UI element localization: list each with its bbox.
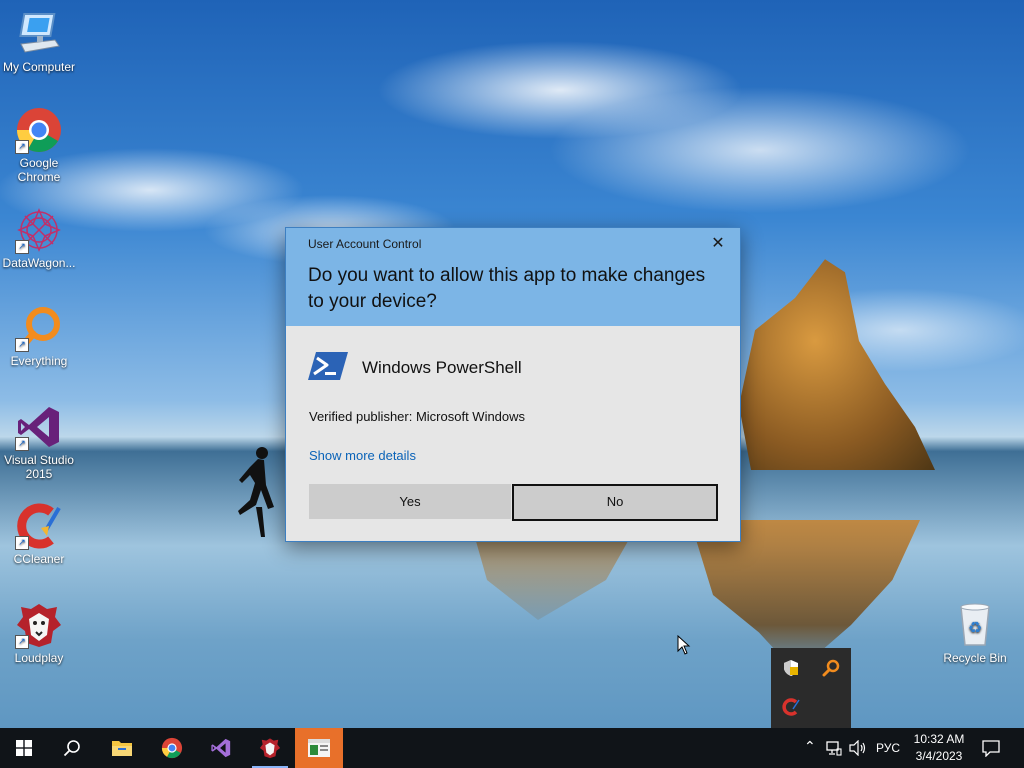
ccleaner-icon: ↗ — [15, 502, 63, 550]
desktop-icon-label: DataWagon... — [2, 256, 76, 270]
taskbar-uac-window[interactable] — [295, 728, 343, 768]
desktop-icon-label: CCleaner — [13, 552, 65, 566]
powershell-icon — [308, 352, 348, 380]
everything-search-icon: ↗ — [15, 304, 63, 352]
wallpaper-rock — [739, 259, 935, 470]
chrome-icon: ↗ — [15, 106, 63, 154]
verified-publisher: Verified publisher: Microsoft Windows — [309, 409, 526, 424]
windows-start-icon — [16, 740, 32, 756]
desktop-icon-label: My Computer — [2, 60, 76, 74]
desktop-icon-datawagon[interactable]: ↗ DataWagon... — [1, 206, 77, 270]
search-icon — [63, 740, 80, 757]
desktop-icon-my-computer[interactable]: My Computer — [1, 10, 77, 74]
shortcut-arrow-icon: ↗ — [15, 140, 29, 154]
action-center-notification-icon[interactable] — [982, 739, 1000, 757]
shortcut-arrow-icon: ↗ — [15, 338, 29, 352]
desktop-icon-label: Google Chrome — [17, 156, 61, 184]
computer-icon — [15, 10, 63, 58]
desktop-icon-google-chrome[interactable]: ↗ Google Chrome — [1, 106, 77, 184]
desktop-icon-everything[interactable]: ↗ Everything — [1, 304, 77, 368]
show-hidden-icons-chevron-up-icon[interactable]: ⌃ — [804, 738, 816, 755]
desktop-icon-ccleaner[interactable]: ↗ CCleaner — [1, 502, 77, 566]
yes-button[interactable]: Yes — [309, 484, 511, 519]
no-button[interactable]: No — [512, 484, 718, 521]
file-explorer-icon — [112, 741, 132, 756]
visual-studio-icon: ↗ — [15, 403, 63, 451]
shortcut-arrow-icon: ↗ — [15, 240, 29, 254]
loudplay-icon — [259, 738, 281, 759]
uac-question: Do you want to allow this app to make ch… — [308, 265, 706, 312]
clock-time: 10:32 AM — [913, 732, 965, 746]
desktop-icon-recycle-bin[interactable]: ♻ Recycle Bin — [937, 601, 1013, 665]
mouse-cursor-icon — [677, 635, 691, 655]
volume-icon[interactable] — [849, 740, 867, 756]
recycle-bin-icon: ♻ — [951, 601, 999, 649]
taskbar-file-explorer[interactable] — [98, 728, 146, 768]
taskbar-search-button[interactable] — [48, 728, 96, 768]
taskbar-clock[interactable]: 10:32 AM 3/4/2023 — [906, 731, 972, 767]
desktop-icon-visual-studio[interactable]: ↗ Visual Studio 2015 — [1, 403, 77, 481]
visual-studio-icon — [211, 738, 231, 758]
close-button[interactable]: ✕ — [708, 234, 728, 254]
input-language-indicator[interactable]: РУС — [876, 741, 900, 755]
close-icon: ✕ — [711, 235, 725, 252]
desktop: My Computer ↗ Google Chrome ↗ DataWagon.… — [0, 0, 1024, 728]
svg-text:♻: ♻ — [968, 618, 982, 637]
security-shield-icon[interactable] — [782, 659, 800, 677]
uac-dialog-title: User Account Control — [308, 237, 422, 251]
shortcut-arrow-icon: ↗ — [15, 635, 29, 649]
uac-window-icon — [308, 739, 330, 757]
datawagon-icon: ↗ — [15, 206, 63, 254]
taskbar: ⌃ РУС 10:32 AM 3/4/2023 — [0, 728, 1024, 768]
network-icon[interactable] — [826, 740, 842, 756]
show-more-details-link[interactable]: Show more details — [309, 448, 416, 463]
desktop-icon-label: Everything — [10, 354, 68, 368]
desktop-icon-loudplay[interactable]: ↗ Loudplay — [1, 601, 77, 665]
everything-tray-icon[interactable] — [822, 659, 840, 677]
taskbar-visual-studio[interactable] — [197, 728, 245, 768]
loudplay-lion-icon: ↗ — [15, 601, 63, 649]
start-button[interactable] — [0, 728, 48, 768]
clock-date: 3/4/2023 — [915, 749, 963, 763]
desktop-icon-label: Recycle Bin — [943, 651, 1007, 665]
uac-header: User Account Control ✕ Do you want to al… — [286, 228, 740, 326]
shortcut-arrow-icon: ↗ — [15, 536, 29, 550]
uac-dialog: User Account Control ✕ Do you want to al… — [285, 227, 741, 542]
shortcut-arrow-icon: ↗ — [15, 437, 29, 451]
chrome-icon — [161, 737, 183, 759]
desktop-icon-label: Loudplay — [14, 651, 64, 665]
desktop-icon-label: Visual Studio 2015 — [4, 453, 74, 481]
taskbar-chrome[interactable] — [148, 728, 196, 768]
wallpaper-runner — [238, 447, 274, 537]
ccleaner-tray-icon[interactable] — [782, 698, 800, 716]
taskbar-loudplay[interactable] — [246, 728, 294, 768]
tray-overflow-popup — [771, 648, 851, 728]
app-name: Windows PowerShell — [362, 358, 522, 377]
